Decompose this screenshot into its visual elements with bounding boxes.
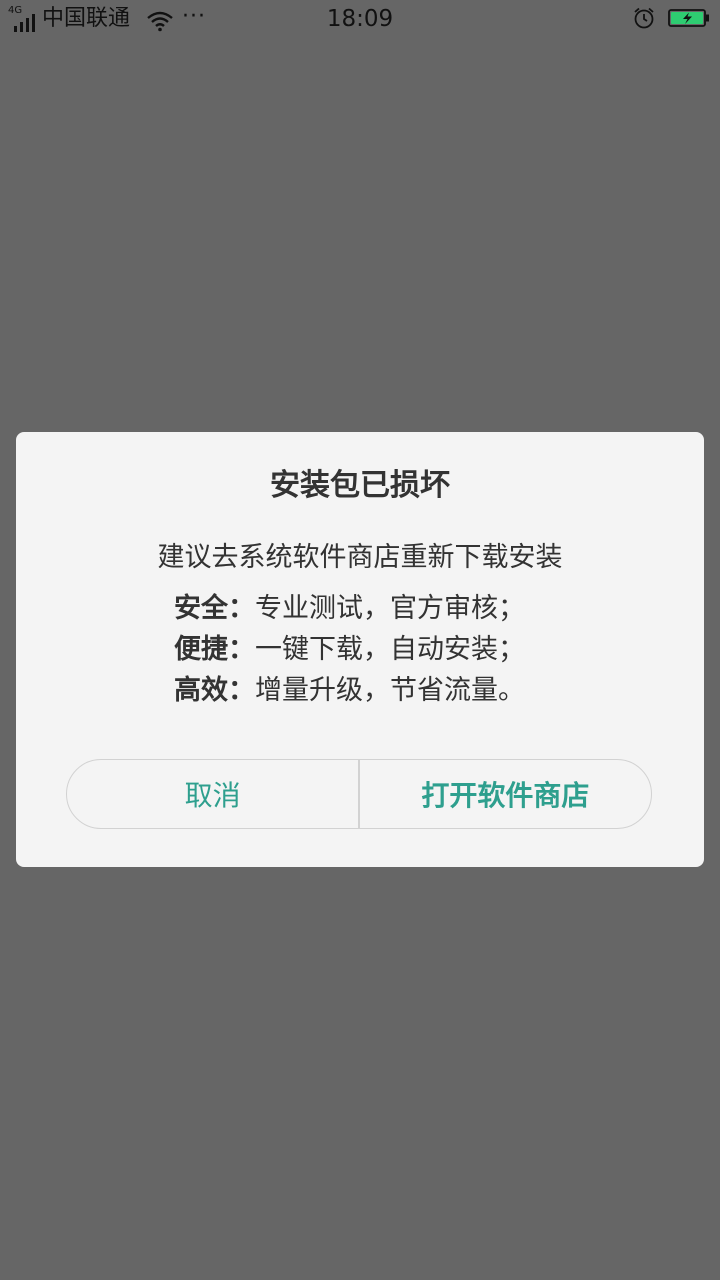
status-bar: 4G 中国联通 ··· 18:09 [0, 0, 720, 38]
screen: 4G 中国联通 ··· 18:09 安装包已损坏 建议去系统软件商店重新下载安装… [0, 0, 720, 1280]
feature-list: 安全：专业测试，官方审核； 便捷：一键下载，自动安装； 高效：增量升级，节省流量… [174, 588, 614, 711]
feature-key: 高效： [174, 675, 255, 706]
feature-row-convenience: 便捷：一键下载，自动安装； [174, 629, 614, 670]
open-app-store-button[interactable]: 打开软件商店 [360, 760, 651, 828]
feature-value: 一键下载，自动安装； [255, 634, 525, 665]
feature-row-efficiency: 高效：增量升级，节省流量。 [174, 670, 614, 711]
cancel-button[interactable]: 取消 [67, 760, 358, 828]
feature-key: 便捷： [174, 634, 255, 665]
feature-key: 安全： [174, 593, 255, 624]
feature-value: 增量升级，节省流量。 [255, 675, 525, 706]
error-dialog: 安装包已损坏 建议去系统软件商店重新下载安装 安全：专业测试，官方审核； 便捷：… [16, 432, 704, 867]
battery-charging-icon [668, 9, 709, 27]
alarm-icon [634, 7, 654, 29]
feature-value: 专业测试，官方审核； [255, 593, 525, 624]
dialog-subtitle: 建议去系统软件商店重新下载安装 [157, 542, 563, 573]
status-time: 18:09 [326, 6, 394, 32]
dialog-title: 安装包已损坏 [270, 468, 450, 503]
dialog-button-group: 取消 打开软件商店 [66, 759, 652, 829]
feature-row-safety: 安全：专业测试，官方审核； [174, 588, 614, 629]
